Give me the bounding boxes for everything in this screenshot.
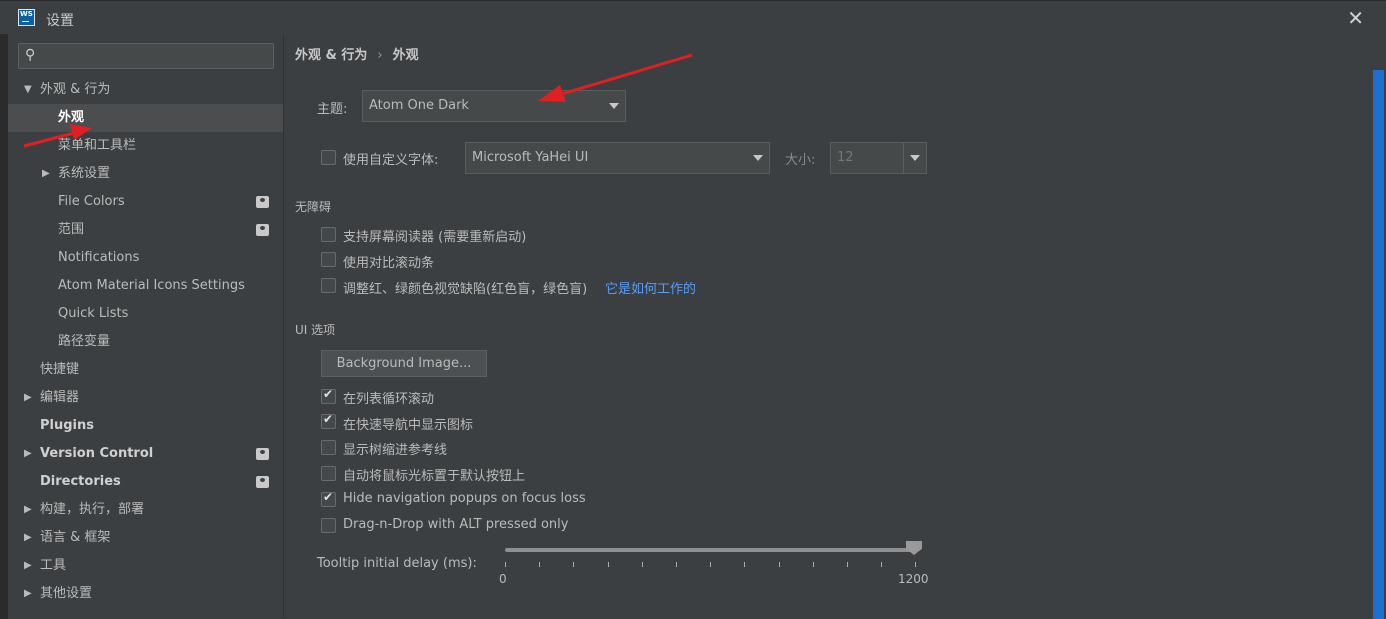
arrow-to-theme-icon <box>538 53 693 102</box>
annotation-arrows <box>23 53 693 148</box>
arrow-to-appearance-icon <box>23 124 92 148</box>
